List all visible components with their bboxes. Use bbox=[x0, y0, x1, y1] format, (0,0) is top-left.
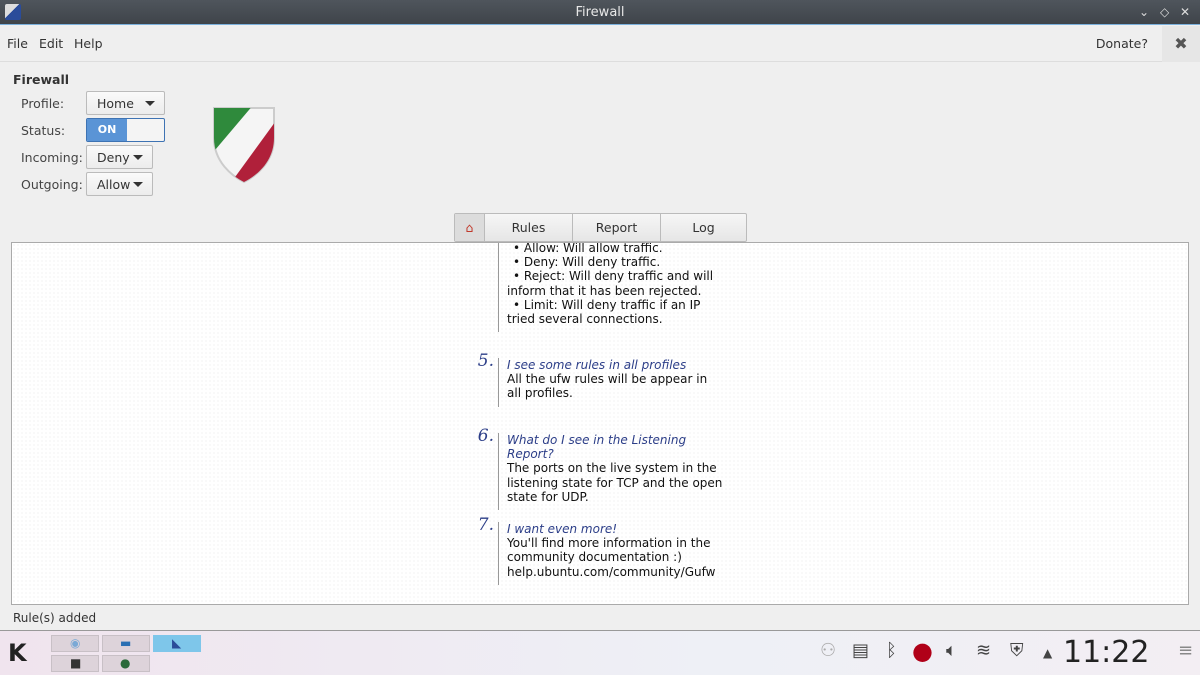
user-icon[interactable]: ⚇ bbox=[820, 640, 836, 661]
firewall-app-icon: ◣ bbox=[172, 636, 182, 650]
outgoing-value: Allow bbox=[97, 177, 131, 192]
incoming-label: Incoming: bbox=[21, 150, 83, 165]
status-value: ON bbox=[87, 119, 127, 141]
clock[interactable]: 11:22 bbox=[1063, 635, 1149, 670]
menu-help[interactable]: Help bbox=[74, 36, 103, 51]
minimize-icon[interactable]: ⌄ bbox=[1139, 0, 1149, 25]
faq-item: 5. I see some rules in all profiles All t… bbox=[478, 352, 723, 407]
view-tabs: ⌂ Rules Report Log bbox=[454, 213, 747, 242]
faq-question: I want even more! bbox=[507, 522, 618, 536]
firewall-shield-logo bbox=[213, 107, 275, 184]
status-bar-text: Rule(s) added bbox=[13, 611, 97, 625]
clipboard-icon[interactable]: ▤ bbox=[852, 640, 869, 661]
task-files[interactable]: ▬ bbox=[102, 635, 150, 652]
faq-answer: All the ufw rules will be appear in all … bbox=[507, 372, 708, 401]
expand-arrow-icon[interactable]: ▲ bbox=[1043, 646, 1052, 660]
outgoing-select[interactable]: Allow bbox=[86, 172, 153, 196]
chevron-down-icon bbox=[145, 101, 155, 106]
app-icon bbox=[5, 4, 21, 20]
faq-partial: • Allow: Will allow traffic. • Deny: Wil… bbox=[498, 242, 723, 333]
faq-answer: You'll find more information in the comm… bbox=[507, 536, 716, 579]
kde-launcher-icon[interactable]: K bbox=[8, 639, 27, 667]
task-globe[interactable]: ● bbox=[102, 655, 150, 672]
tab-log[interactable]: Log bbox=[660, 214, 746, 241]
faq-number: 7. bbox=[477, 515, 494, 535]
taskbar: K ◉ ▬ ◣ ■ ● ⚇ ▤ ᛒ ● 🔈︎ ≋ ⛨ ▲ 11:22 ≡ bbox=[0, 630, 1200, 675]
status-toggle[interactable]: ON bbox=[86, 118, 165, 142]
faq-answer: The ports on the live system in the list… bbox=[507, 461, 723, 504]
menu-bar: File Edit Help Donate? bbox=[0, 26, 1200, 62]
firewall-shield-icon[interactable]: ⛨ bbox=[1010, 640, 1024, 661]
tab-report[interactable]: Report bbox=[572, 214, 660, 241]
faq-number: 6. bbox=[477, 426, 494, 446]
faq-question: I see some rules in all profiles bbox=[507, 358, 687, 372]
tab-home[interactable]: ⌂ bbox=[455, 214, 484, 241]
faq-line: • Reject: Will deny traffic and will inf… bbox=[507, 269, 714, 298]
close-window-icon[interactable]: ✕ bbox=[1180, 0, 1190, 25]
menu-icon[interactable]: ≡ bbox=[1178, 640, 1193, 661]
menu-edit[interactable]: Edit bbox=[39, 36, 63, 51]
task-chromium[interactable]: ◉ bbox=[51, 635, 99, 652]
menu-file[interactable]: File bbox=[7, 36, 28, 51]
home-icon: ⌂ bbox=[465, 220, 474, 235]
volume-icon[interactable]: 🔈︎ bbox=[946, 640, 957, 661]
profile-label: Profile: bbox=[21, 96, 65, 111]
globe-icon: ● bbox=[120, 656, 131, 670]
incoming-select[interactable]: Deny bbox=[86, 145, 153, 169]
outgoing-label: Outgoing: bbox=[21, 177, 83, 192]
faq-item: 7. I want even more! You'll find more inf… bbox=[478, 516, 723, 585]
faq-line: • Limit: Will deny traffic if an IP trie… bbox=[507, 297, 701, 327]
record-icon[interactable]: ● bbox=[912, 637, 933, 665]
firewall-heading: Firewall bbox=[13, 72, 70, 87]
faq-line: • Allow: Will allow traffic. bbox=[513, 242, 663, 255]
faq-item: 6. What do I see in the Listening Report… bbox=[478, 427, 723, 511]
wifi-icon[interactable]: ≋ bbox=[976, 640, 991, 661]
chevron-down-icon bbox=[133, 182, 143, 187]
title-bar: Firewall ⌄ ◇ ✕ bbox=[0, 0, 1200, 25]
profile-select[interactable]: Home bbox=[86, 91, 165, 115]
close-icon[interactable]: ✖ bbox=[1162, 26, 1200, 62]
faq-line: • Deny: Will deny traffic. bbox=[513, 255, 661, 270]
status-label: Status: bbox=[21, 123, 66, 138]
incoming-value: Deny bbox=[97, 150, 130, 165]
tab-rules[interactable]: Rules bbox=[484, 214, 572, 241]
donate-link[interactable]: Donate? bbox=[1096, 36, 1148, 51]
faq-number: 5. bbox=[477, 351, 494, 371]
terminal-icon: ■ bbox=[70, 656, 82, 670]
profile-value: Home bbox=[97, 96, 134, 111]
window-title: Firewall bbox=[575, 5, 625, 20]
task-terminal[interactable]: ■ bbox=[51, 655, 99, 672]
folder-icon: ▬ bbox=[120, 636, 132, 650]
task-firewall[interactable]: ◣ bbox=[153, 635, 201, 652]
maximize-icon[interactable]: ◇ bbox=[1160, 0, 1169, 25]
browser-icon: ◉ bbox=[70, 636, 81, 650]
help-content[interactable]: • Allow: Will allow traffic. • Deny: Wil… bbox=[11, 242, 1189, 605]
faq-question: What do I see in the Listening Report? bbox=[507, 433, 687, 462]
chevron-down-icon bbox=[133, 155, 143, 160]
bluetooth-icon[interactable]: ᛒ bbox=[886, 640, 897, 661]
